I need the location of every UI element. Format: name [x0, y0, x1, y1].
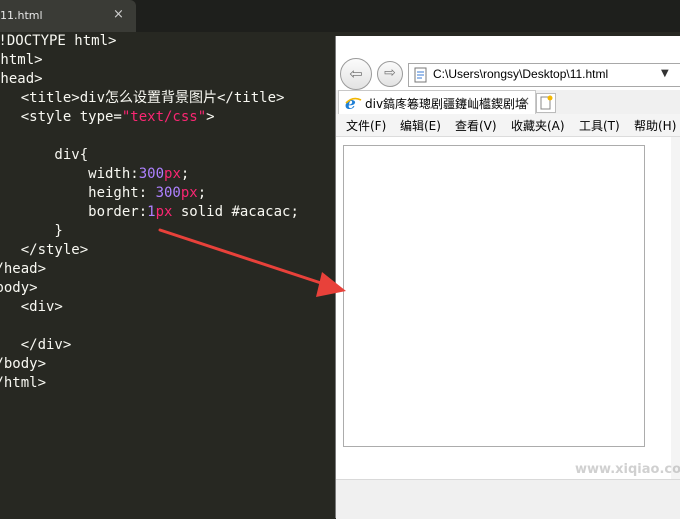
arrow-shaft	[158, 228, 332, 288]
arrow-head-icon	[316, 272, 346, 297]
annotation-arrow	[158, 228, 346, 297]
